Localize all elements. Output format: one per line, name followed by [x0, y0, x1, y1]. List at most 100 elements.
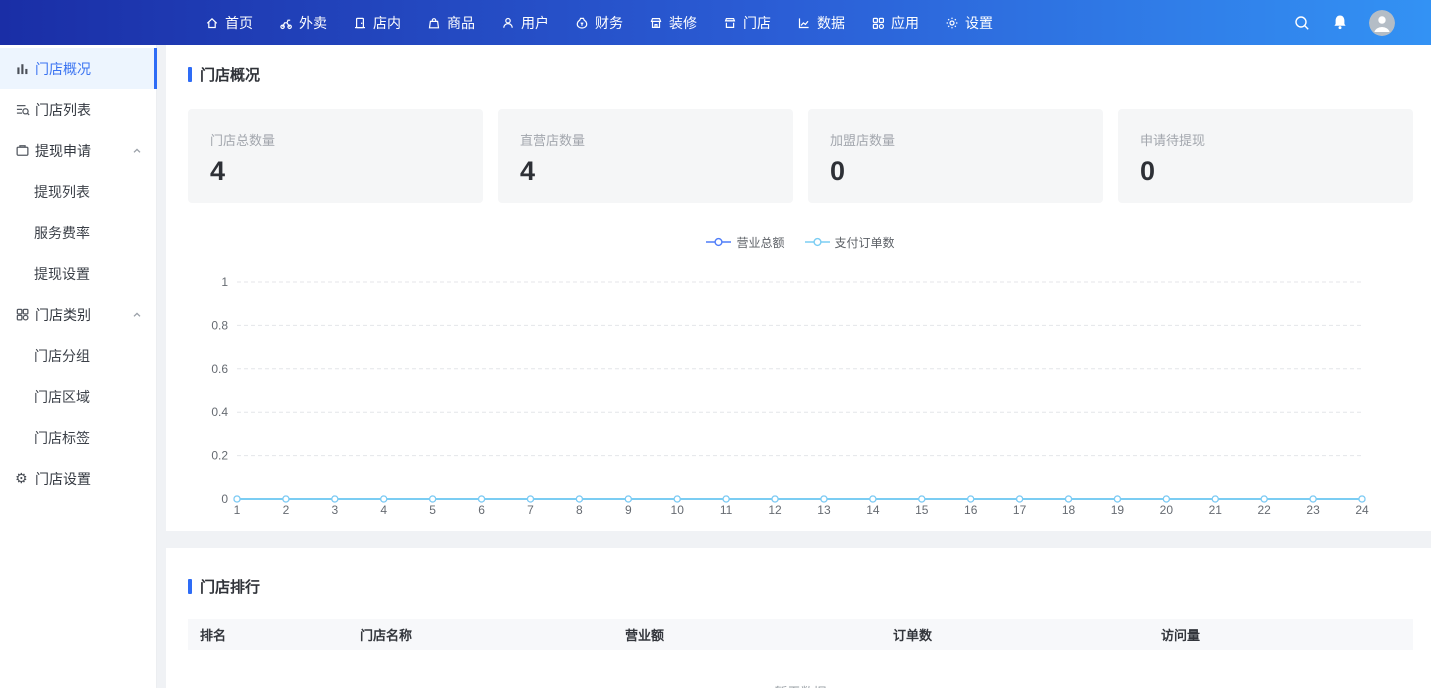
home-icon [205, 16, 219, 30]
stat-label: 门店总数量 [210, 130, 461, 149]
sidebar-item-store-overview[interactable]: 门店概况 [0, 48, 156, 89]
empty-row: 暂无数据 [188, 650, 1413, 688]
sidebar: 门店概况门店列表提现申请提现列表服务费率提现设置门店类别门店分组门店区域门店标签… [0, 45, 157, 688]
stat-label: 直营店数量 [520, 130, 771, 149]
bar-chart-icon [15, 61, 30, 76]
svg-text:0.8: 0.8 [211, 318, 228, 332]
legend-item-营业总额[interactable]: 营业总额 [706, 234, 784, 251]
svg-text:18: 18 [1062, 503, 1076, 517]
svg-text:1: 1 [221, 275, 228, 289]
nav-item-finance[interactable]: 财务 [575, 0, 623, 45]
nav-item-label: 门店 [743, 13, 771, 33]
user-icon [501, 16, 515, 30]
chevron-up-icon[interactable] [132, 310, 142, 320]
takeout-icon [279, 16, 293, 30]
nav-item-takeout[interactable]: 外卖 [279, 0, 327, 45]
nav-item-label: 应用 [891, 13, 919, 33]
apps-icon [871, 16, 885, 30]
col-store-name: 门店名称 [348, 619, 613, 650]
sidebar-item-store-region[interactable]: 门店区域 [0, 376, 156, 417]
sidebar-item-label: 门店类别 [35, 305, 91, 325]
sidebar-item-store-tag[interactable]: 门店标签 [0, 417, 156, 458]
sidebar-item-label: 服务费率 [34, 223, 90, 243]
settings-icon [945, 16, 959, 30]
stat-label: 加盟店数量 [830, 130, 1081, 149]
top-navbar: 首页外卖 店内 商品 用户 财务 装修 门店 数据 应用 设置 [0, 0, 1431, 45]
sidebar-item-store-category[interactable]: 门店类别 [0, 294, 156, 335]
svg-text:1: 1 [234, 503, 241, 517]
avatar[interactable] [1369, 10, 1395, 36]
wallet-icon [15, 143, 30, 158]
svg-text:2: 2 [283, 503, 290, 517]
gear-icon: ⚙ [15, 472, 30, 486]
nav-item-label: 商品 [447, 13, 475, 33]
nav-item-goods[interactable]: 商品 [427, 0, 475, 45]
nav-item-label: 店内 [373, 13, 401, 33]
svg-text:13: 13 [817, 503, 831, 517]
svg-text:8: 8 [576, 503, 583, 517]
svg-text:6: 6 [478, 503, 485, 517]
nav-menu: 首页外卖 店内 商品 用户 财务 装修 门店 数据 应用 设置 [205, 0, 993, 45]
sidebar-item-store-list[interactable]: 门店列表 [0, 89, 156, 130]
col-rank: 排名 [188, 619, 348, 650]
bell-icon[interactable] [1332, 14, 1348, 31]
stat-value: 4 [520, 156, 771, 187]
nav-item-user[interactable]: 用户 [501, 0, 549, 45]
page-title: 门店概况 [200, 64, 260, 85]
col-orders: 订单数 [881, 619, 1149, 650]
title-accent-bar [188, 67, 192, 82]
stat-direct-stores: 直营店数量 4 [498, 109, 793, 203]
legend-marker [805, 236, 830, 250]
svg-text:10: 10 [671, 503, 685, 517]
search-icon[interactable] [1293, 14, 1311, 32]
sidebar-item-label: 门店区域 [34, 387, 90, 407]
nav-item-label: 设置 [965, 13, 993, 33]
svg-text:21: 21 [1209, 503, 1223, 517]
nav-item-store[interactable]: 门店 [723, 0, 771, 45]
sidebar-item-service-fee-rate[interactable]: 服务费率 [0, 212, 156, 253]
nav-item-decorate[interactable]: 装修 [649, 0, 697, 45]
sidebar-item-label: 门店列表 [35, 100, 91, 120]
empty-state-text: 暂无数据 [188, 650, 1413, 688]
sidebar-item-withdraw-apply[interactable]: 提现申请 [0, 130, 156, 171]
decorate-icon [649, 16, 663, 30]
nav-item-label: 财务 [595, 13, 623, 33]
stat-value: 0 [830, 156, 1081, 187]
chevron-up-icon[interactable] [132, 146, 142, 156]
stat-franchise-stores: 加盟店数量 0 [808, 109, 1103, 203]
data-icon [797, 16, 811, 30]
nav-item-label: 用户 [521, 13, 549, 33]
sidebar-item-store-group[interactable]: 门店分组 [0, 335, 156, 376]
table-header-row: 排名 门店名称 营业额 订单数 访问量 [188, 619, 1413, 650]
svg-text:15: 15 [915, 503, 929, 517]
sidebar-item-withdraw-settings[interactable]: 提现设置 [0, 253, 156, 294]
list-search-icon [15, 102, 30, 117]
legend-item-支付订单数[interactable]: 支付订单数 [805, 234, 895, 251]
svg-text:22: 22 [1257, 503, 1271, 517]
nav-item-data[interactable]: 数据 [797, 0, 845, 45]
nav-item-settings[interactable]: 设置 [945, 0, 993, 45]
nav-item-home[interactable]: 首页 [205, 0, 253, 45]
nav-item-instore[interactable]: 店内 [353, 0, 401, 45]
sidebar-item-store-settings[interactable]: ⚙ 门店设置 [0, 458, 156, 499]
svg-text:17: 17 [1013, 503, 1027, 517]
sidebar-item-label: 门店设置 [35, 469, 91, 489]
legend-label: 营业总额 [736, 234, 784, 251]
chart-canvas: 10.80.60.40.2012345678910111213141516171… [188, 260, 1413, 527]
col-visits: 访问量 [1149, 619, 1413, 650]
svg-text:5: 5 [429, 503, 436, 517]
grid-icon [15, 307, 30, 322]
nav-item-apps[interactable]: 应用 [871, 0, 919, 45]
store-overview-card: 门店概况 门店总数量 4 直营店数量 4 加盟店数量 0 申请待提现 0 营业总… [166, 45, 1431, 531]
sidebar-item-withdraw-list[interactable]: 提现列表 [0, 171, 156, 212]
svg-text:19: 19 [1111, 503, 1125, 517]
svg-text:3: 3 [331, 503, 338, 517]
sidebar-item-label: 门店概况 [35, 59, 91, 79]
svg-text:11: 11 [720, 503, 733, 517]
store-ranking-card: 门店排行 排名 门店名称 营业额 订单数 访问量 暂无数据 [166, 548, 1431, 688]
ranking-section-title: 门店排行 [188, 576, 1413, 597]
title-accent-bar [188, 579, 192, 594]
stat-total-stores: 门店总数量 4 [188, 109, 483, 203]
svg-text:0: 0 [221, 492, 228, 506]
svg-text:7: 7 [527, 503, 534, 517]
